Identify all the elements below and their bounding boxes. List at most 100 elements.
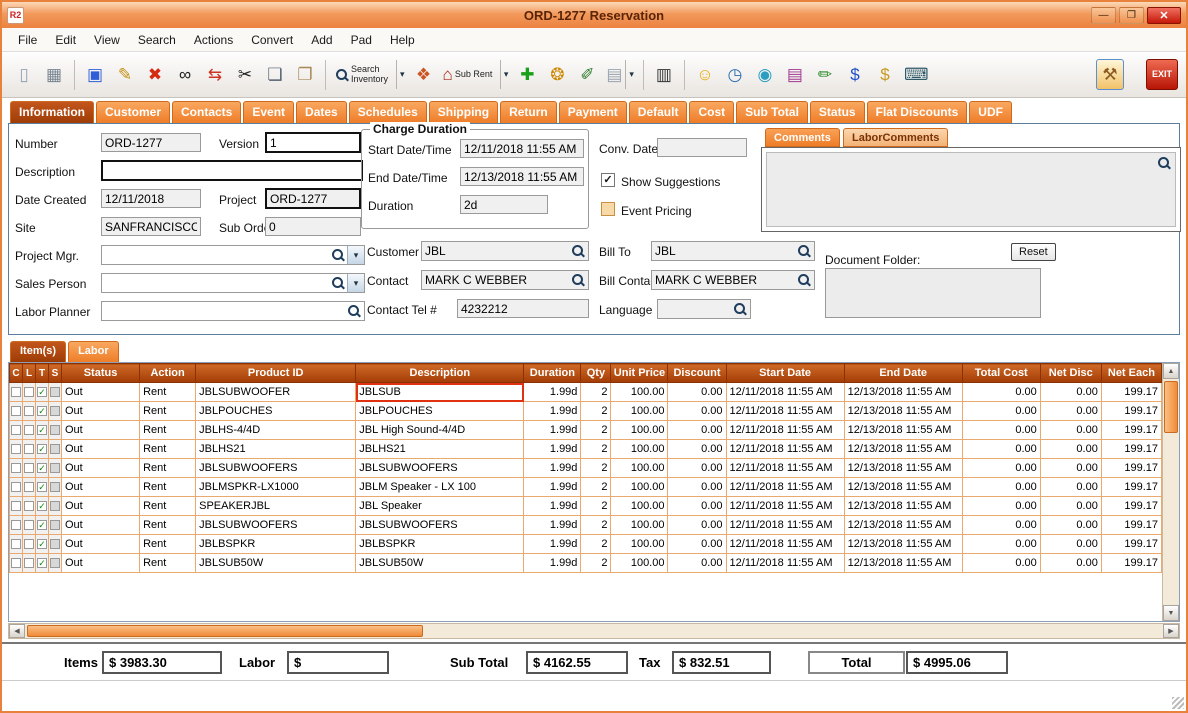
search-icon[interactable]	[331, 248, 345, 262]
cell-end-date[interactable]: 12/13/2018 11:55 AM	[844, 421, 962, 440]
cell-c[interactable]	[10, 554, 23, 573]
delete-button[interactable]: ✖	[141, 59, 169, 90]
cell-s[interactable]	[49, 421, 62, 440]
column-header-product-id[interactable]: Product ID	[196, 364, 356, 383]
column-header-t[interactable]: T	[36, 364, 49, 383]
tools-button[interactable]: ⚒	[1096, 59, 1124, 90]
cell-net-disc[interactable]: 0.00	[1040, 497, 1101, 516]
cell-discount[interactable]: 0.00	[668, 402, 726, 421]
cell-l[interactable]	[23, 383, 36, 402]
cell-action[interactable]: Rent	[140, 421, 196, 440]
cell-net-disc[interactable]: 0.00	[1040, 535, 1101, 554]
cell-net-each[interactable]: 199.17	[1101, 421, 1161, 440]
cell-product-id[interactable]: JBLSUBWOOFERS	[196, 516, 356, 535]
tab-information[interactable]: Information	[10, 101, 94, 123]
column-header-description[interactable]: Description	[356, 364, 524, 383]
tab-default[interactable]: Default	[629, 101, 688, 123]
vertical-scrollbar[interactable]: ▲ ▼	[1162, 363, 1179, 621]
cell-product-id[interactable]: JBLBSPKR	[196, 535, 356, 554]
reset-button[interactable]: Reset	[1011, 243, 1056, 261]
cell-qty[interactable]: 2	[581, 421, 611, 440]
cell-c[interactable]	[10, 402, 23, 421]
cell-action[interactable]: Rent	[140, 383, 196, 402]
cell-net-each[interactable]: 199.17	[1101, 535, 1161, 554]
comments-box[interactable]	[761, 147, 1181, 232]
cell-duration[interactable]: 1.99d	[524, 440, 581, 459]
cell-t[interactable]: ✓	[36, 497, 49, 516]
cell-c[interactable]	[10, 497, 23, 516]
column-header-discount[interactable]: Discount	[668, 364, 726, 383]
cell-total-cost[interactable]: 0.00	[962, 402, 1040, 421]
close-button[interactable]: ✕	[1147, 7, 1181, 24]
cell-start-date[interactable]: 12/11/2018 11:55 AM	[726, 421, 844, 440]
menu-search[interactable]: Search	[130, 30, 184, 50]
cell-duration[interactable]: 1.99d	[524, 459, 581, 478]
cell-description[interactable]: JBLM Speaker - LX 100	[356, 478, 524, 497]
shapes-button[interactable]: ❖	[410, 59, 438, 90]
checked-checkbox[interactable]: ✓	[37, 444, 47, 454]
search-inventory-button[interactable]: Search Inventory▾	[332, 59, 408, 90]
cell-discount[interactable]: 0.00	[668, 383, 726, 402]
cell-net-each[interactable]: 199.17	[1101, 516, 1161, 535]
tab-labor-comments[interactable]: LaborComments	[843, 128, 948, 147]
maximize-button[interactable]: ❐	[1119, 7, 1144, 24]
cell-discount[interactable]: 0.00	[668, 478, 726, 497]
cell-qty[interactable]: 2	[581, 497, 611, 516]
checkbox[interactable]	[24, 539, 34, 549]
edit-doc-button[interactable]: ✏	[811, 59, 839, 90]
new-document-button[interactable]: ▯	[10, 59, 38, 90]
checkbox[interactable]	[24, 425, 34, 435]
checkbox[interactable]	[11, 406, 21, 416]
cell-product-id[interactable]: JBLHS21	[196, 440, 356, 459]
search-icon[interactable]	[733, 302, 747, 316]
cell-product-id[interactable]: JBLMSPKR-LX1000	[196, 478, 356, 497]
column-header-start-date[interactable]: Start Date	[726, 364, 844, 383]
checkbox[interactable]	[11, 520, 21, 530]
checkbox[interactable]	[50, 463, 60, 473]
checkbox[interactable]	[50, 558, 60, 568]
cell-end-date[interactable]: 12/13/2018 11:55 AM	[844, 383, 962, 402]
tab-udf[interactable]: UDF	[969, 101, 1012, 123]
tab-flat-discounts[interactable]: Flat Discounts	[867, 101, 968, 123]
cell-net-each[interactable]: 199.17	[1101, 440, 1161, 459]
pc-print-button[interactable]: ⌨	[901, 59, 932, 90]
edit-note-button[interactable]: ✐	[573, 59, 601, 90]
cell-product-id[interactable]: JBLSUBWOOFERS	[196, 459, 356, 478]
cell-qty[interactable]: 2	[581, 459, 611, 478]
cell-total-cost[interactable]: 0.00	[962, 421, 1040, 440]
cell-status[interactable]: Out	[62, 402, 140, 421]
cell-discount[interactable]: 0.00	[668, 459, 726, 478]
cell-discount[interactable]: 0.00	[668, 554, 726, 573]
cell-l[interactable]	[23, 402, 36, 421]
cell-c[interactable]	[10, 383, 23, 402]
cell-c[interactable]	[10, 516, 23, 535]
tab-shipping[interactable]: Shipping	[429, 101, 498, 123]
cell-status[interactable]: Out	[62, 554, 140, 573]
cell-l[interactable]	[23, 497, 36, 516]
cell-net-each[interactable]: 199.17	[1101, 383, 1161, 402]
cell-s[interactable]	[49, 554, 62, 573]
cell-duration[interactable]: 1.99d	[524, 421, 581, 440]
cell-description[interactable]: JBLBSPKR	[356, 535, 524, 554]
duration-field[interactable]: 2d	[460, 195, 548, 214]
checkbox[interactable]	[11, 463, 21, 473]
cell-c[interactable]	[10, 440, 23, 459]
cell-description[interactable]: JBLPOUCHES	[356, 402, 524, 421]
menu-pad[interactable]: Pad	[343, 30, 380, 50]
checkbox[interactable]	[50, 425, 60, 435]
cell-unit-price[interactable]: 100.00	[611, 402, 668, 421]
cell-total-cost[interactable]: 0.00	[962, 478, 1040, 497]
cell-description[interactable]: JBLSUBWOOFERS	[356, 459, 524, 478]
cell-status[interactable]: Out	[62, 535, 140, 554]
tab-contacts[interactable]: Contacts	[172, 101, 241, 123]
contact-field[interactable]: MARK C WEBBER	[421, 270, 589, 290]
cell-status[interactable]: Out	[62, 516, 140, 535]
checkbox[interactable]	[11, 444, 21, 454]
cell-action[interactable]: Rent	[140, 497, 196, 516]
event-pricing-checkbox[interactable]	[601, 202, 615, 216]
cell-net-disc[interactable]: 0.00	[1040, 402, 1101, 421]
checkbox[interactable]	[50, 482, 60, 492]
cell-unit-price[interactable]: 100.00	[611, 459, 668, 478]
cell-c[interactable]	[10, 421, 23, 440]
cell-duration[interactable]: 1.99d	[524, 535, 581, 554]
